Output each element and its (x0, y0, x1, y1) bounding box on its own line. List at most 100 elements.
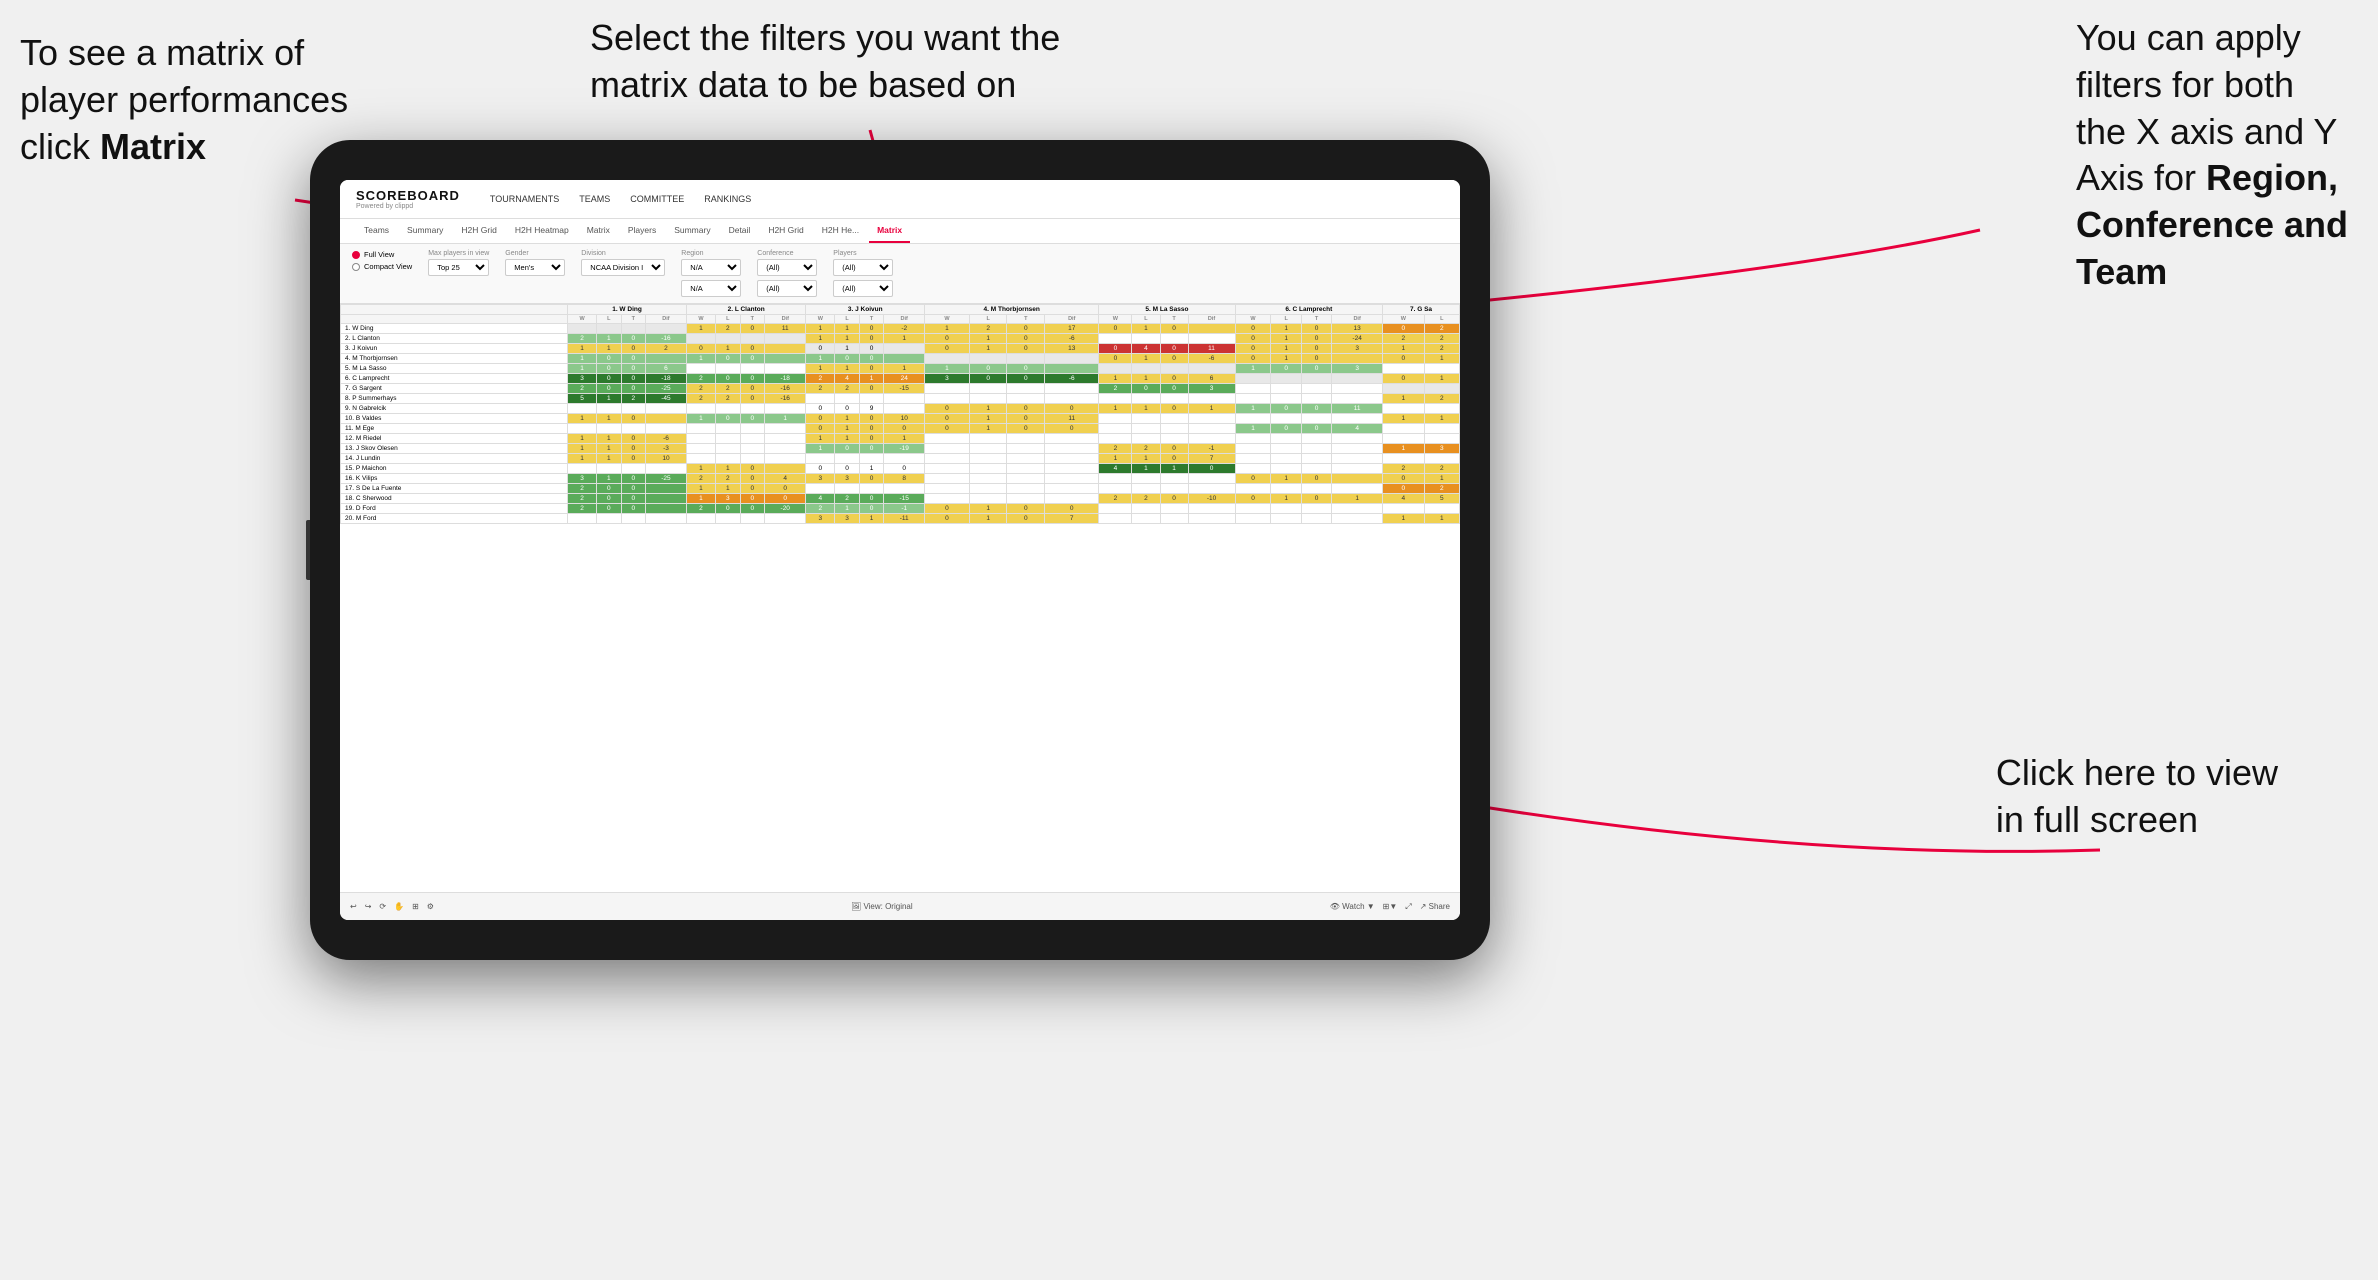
tab-detail[interactable]: Detail (721, 219, 759, 243)
matrix-cell: 9 (859, 404, 883, 414)
matrix-cell: 0 (597, 494, 621, 504)
matrix-cell (1188, 484, 1235, 494)
matrix-cell: 7 (1045, 514, 1099, 524)
matrix-cell: 1 (1383, 514, 1425, 524)
matrix-cell (740, 434, 765, 444)
matrix-cell (1235, 514, 1271, 524)
matrix-cell (1332, 464, 1383, 474)
nav-rankings[interactable]: RANKINGS (704, 190, 751, 208)
matrix-cell: 0 (1383, 374, 1425, 384)
matrix-cell (686, 404, 715, 414)
matrix-cell (1235, 374, 1271, 384)
tab-summary[interactable]: Summary (399, 219, 451, 243)
matrix-cell (740, 454, 765, 464)
nav-tournaments[interactable]: TOURNAMENTS (490, 190, 559, 208)
conference-select-y[interactable]: (All) (757, 280, 817, 297)
matrix-cell (765, 434, 806, 444)
gender-select[interactable]: Men's (505, 259, 565, 276)
matrix-cell: 0 (1160, 324, 1188, 334)
matrix-cell: 1 (597, 444, 621, 454)
settings-button[interactable]: ⚙ (427, 902, 434, 911)
matrix-cell (1007, 484, 1045, 494)
matrix-cell: -16 (765, 384, 806, 394)
matrix-cell: 1 (1271, 324, 1301, 334)
matrix-cell: 1 (1424, 474, 1459, 484)
matrix-cell: 3 (835, 474, 859, 484)
matrix-cell: 0 (1160, 374, 1188, 384)
share-button[interactable]: ↗ Share (1420, 902, 1450, 911)
layout-button[interactable]: ⊞▼ (1383, 902, 1398, 911)
nav-teams[interactable]: TEAMS (579, 190, 610, 208)
undo-button[interactable]: ↩ (350, 902, 357, 911)
matrix-cell: 0 (835, 404, 859, 414)
matrix-cell: 0 (1301, 424, 1331, 434)
tab-matrix-active[interactable]: Matrix (869, 219, 910, 243)
matrix-cell: 0 (806, 404, 835, 414)
matrix-cell: 1 (1271, 354, 1301, 364)
matrix-cell (1099, 424, 1132, 434)
region-select-x[interactable]: N/A (681, 259, 741, 276)
matrix-cell: 1 (1099, 404, 1132, 414)
zoom-in-button[interactable]: ⊞ (412, 902, 419, 911)
fullscreen-button[interactable]: ⤢ (1405, 902, 1411, 912)
matrix-cell (1007, 394, 1045, 404)
matrix-cell: 0 (716, 354, 741, 364)
matrix-cell: 24 (884, 374, 925, 384)
matrix-cell: 5 (568, 394, 597, 404)
matrix-cell: 0 (1099, 354, 1132, 364)
tab-h2h-grid[interactable]: H2H Grid (453, 219, 504, 243)
matrix-cell: 4 (765, 474, 806, 484)
region-select-y[interactable]: N/A (681, 280, 741, 297)
matrix-cell: 0 (1045, 404, 1099, 414)
division-select[interactable]: NCAA Division I (581, 259, 665, 276)
view-compact[interactable]: Compact View (352, 262, 412, 271)
pan-button[interactable]: ✋ (394, 902, 404, 911)
matrix-cell (686, 334, 715, 344)
tab-players[interactable]: Players (620, 219, 664, 243)
players-select-y[interactable]: (All) (833, 280, 893, 297)
nav-committee[interactable]: COMMITTEE (630, 190, 684, 208)
players-select-x[interactable]: (All) (833, 259, 893, 276)
matrix-cell (1332, 474, 1383, 484)
matrix-cell (969, 354, 1007, 364)
watch-button[interactable]: 👁 Watch ▼ (1330, 902, 1375, 911)
matrix-cell: 13 (1045, 344, 1099, 354)
refresh-button[interactable]: ⟳ (379, 902, 386, 911)
matrix-cell (597, 404, 621, 414)
matrix-cell: 0 (621, 474, 645, 484)
matrix-cell: 0 (1007, 514, 1045, 524)
matrix-cell: 3 (568, 474, 597, 484)
matrix-cell (1188, 364, 1235, 374)
view-original-button[interactable]: 🖼 View: Original (851, 902, 913, 911)
tab-h2h-heatmap[interactable]: H2H Heatmap (507, 219, 577, 243)
matrix-cell: 0 (1007, 374, 1045, 384)
matrix-cell: 1 (806, 334, 835, 344)
tab-h2h-grid2[interactable]: H2H Grid (760, 219, 811, 243)
matrix-cell: 1 (597, 454, 621, 464)
matrix-cell: 1 (597, 414, 621, 424)
matrix-cell: 0 (686, 344, 715, 354)
matrix-cell (1099, 414, 1132, 424)
tab-matrix[interactable]: Matrix (579, 219, 618, 243)
matrix-cell (1188, 504, 1235, 514)
matrix-cell (925, 494, 970, 504)
tab-summary2[interactable]: Summary (666, 219, 718, 243)
matrix-cell (1235, 434, 1271, 444)
matrix-cell: 0 (1383, 474, 1425, 484)
scoreboard-logo: SCOREBOARD Powered by clippd (356, 188, 460, 210)
max-players-select[interactable]: Top 25 (428, 259, 489, 276)
redo-button[interactable]: ↪ (365, 902, 372, 911)
matrix-cell (1424, 504, 1459, 514)
matrix-cell: 1 (925, 364, 970, 374)
matrix-cell (1235, 444, 1271, 454)
matrix-cell: 7 (1188, 454, 1235, 464)
matrix-cell: 0 (621, 494, 645, 504)
matrix-cell (1235, 384, 1271, 394)
conference-select-x[interactable]: (All) (757, 259, 817, 276)
matrix-cell (1007, 384, 1045, 394)
tab-teams[interactable]: Teams (356, 219, 397, 243)
matrix-cell: -6 (1188, 354, 1235, 364)
toolbar-left: ↩ ↪ ⟳ ✋ ⊞ ⚙ (350, 902, 434, 911)
view-full[interactable]: Full View (352, 250, 412, 259)
tab-h2h-he[interactable]: H2H He... (814, 219, 867, 243)
